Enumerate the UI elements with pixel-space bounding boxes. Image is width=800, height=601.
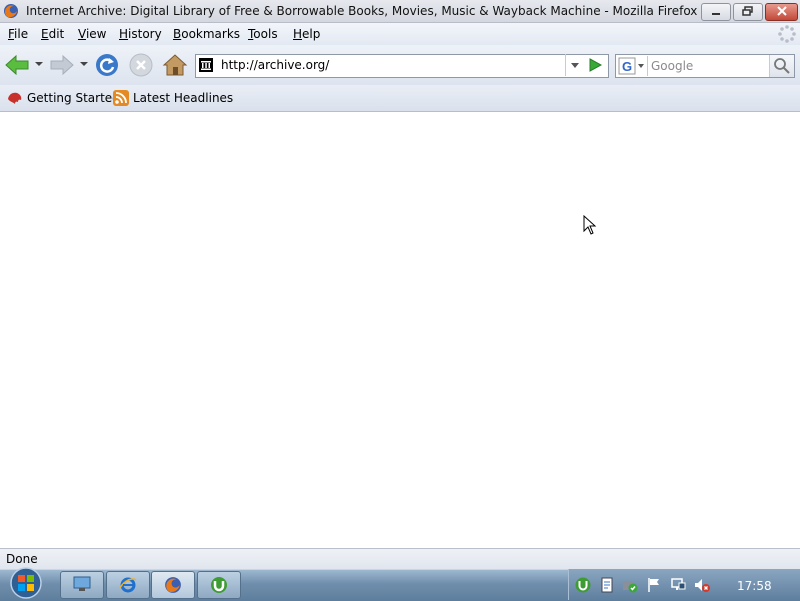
rss-icon xyxy=(113,90,129,106)
taskbar-show-desktop[interactable] xyxy=(60,571,104,599)
search-engine-selector[interactable]: G xyxy=(617,56,648,76)
close-button[interactable] xyxy=(765,3,798,21)
window-title: Internet Archive: Digital Library of Fre… xyxy=(26,4,698,18)
site-favicon-icon xyxy=(199,58,213,72)
taskbar-utorrent[interactable] xyxy=(197,571,241,599)
go-icon xyxy=(589,58,603,72)
taskbar-internet-explorer[interactable] xyxy=(106,571,150,599)
throbber-icon xyxy=(778,25,796,43)
menu-history[interactable]: History xyxy=(119,27,162,41)
search-button[interactable] xyxy=(769,55,794,77)
back-history-dropdown-icon[interactable] xyxy=(35,60,43,68)
internet-explorer-icon xyxy=(119,577,137,593)
maximize-icon xyxy=(742,6,753,16)
bookmarks-toolbar: Getting Started Latest Headlines xyxy=(0,85,800,112)
taskbar-clock[interactable]: 17:58 xyxy=(737,579,772,593)
minimize-button[interactable] xyxy=(701,3,731,21)
search-icon xyxy=(774,58,790,74)
chevron-down-icon xyxy=(571,63,579,68)
mouse-cursor-icon xyxy=(583,215,597,235)
utorrent-icon xyxy=(211,577,227,593)
menu-bar: File Edit View History Bookmarks Tools H… xyxy=(0,23,800,45)
search-bar[interactable]: G Google xyxy=(615,54,795,78)
title-bar: Internet Archive: Digital Library of Fre… xyxy=(0,0,800,23)
menu-tools[interactable]: Tools xyxy=(248,27,278,41)
url-bar[interactable]: http://archive.org/ xyxy=(195,54,609,78)
menu-help[interactable]: Help xyxy=(293,27,320,41)
menu-view[interactable]: View xyxy=(78,27,106,41)
bookmark-label: Getting Started xyxy=(27,91,120,105)
url-text: http://archive.org/ xyxy=(221,58,330,72)
taskbar-firefox[interactable] xyxy=(151,571,195,599)
back-icon[interactable] xyxy=(4,53,30,77)
google-icon: G xyxy=(618,57,644,75)
tray-security-icon[interactable] xyxy=(622,577,638,593)
bookmark-label: Latest Headlines xyxy=(133,91,234,105)
go-button[interactable] xyxy=(584,54,606,76)
status-text: Done xyxy=(6,552,38,566)
minimize-icon xyxy=(712,13,720,15)
bookmark-getting-started[interactable]: Getting Started xyxy=(8,91,120,105)
forward-icon[interactable] xyxy=(49,53,75,77)
menu-bookmarks[interactable]: Bookmarks xyxy=(173,27,240,41)
tray-action-center-flag-icon[interactable] xyxy=(646,577,662,593)
reload-icon[interactable] xyxy=(95,53,119,77)
home-icon[interactable] xyxy=(162,53,188,77)
forward-history-dropdown-icon[interactable] xyxy=(80,60,88,68)
search-placeholder: Google xyxy=(651,59,694,73)
getting-started-icon xyxy=(8,92,22,104)
restore-button[interactable] xyxy=(733,3,763,21)
firefox-icon xyxy=(165,577,181,593)
close-icon xyxy=(776,6,787,16)
page-content[interactable] xyxy=(0,112,800,548)
tray-network-icon[interactable] xyxy=(670,577,686,593)
tray-volume-muted-icon[interactable] xyxy=(694,577,710,593)
show-desktop-icon xyxy=(73,576,91,591)
url-history-dropdown[interactable] xyxy=(565,54,584,76)
tray-utorrent-icon[interactable] xyxy=(575,577,591,593)
stop-icon[interactable] xyxy=(129,53,153,77)
menu-edit[interactable]: Edit xyxy=(41,27,64,41)
menu-file[interactable]: File xyxy=(8,27,28,41)
firefox-icon xyxy=(4,4,18,18)
bookmark-latest-headlines[interactable]: Latest Headlines xyxy=(113,90,234,106)
start-button[interactable] xyxy=(8,567,44,600)
status-bar: Done xyxy=(0,548,800,569)
tray-document-icon[interactable] xyxy=(599,577,615,593)
svg-text:G: G xyxy=(622,59,632,74)
